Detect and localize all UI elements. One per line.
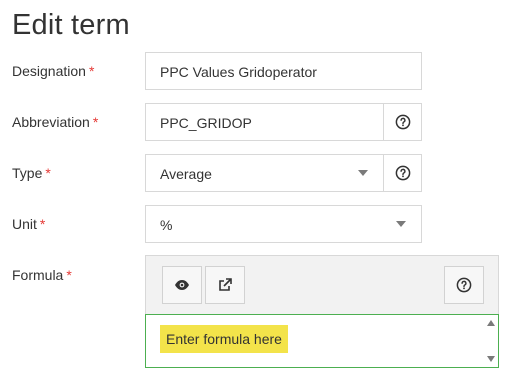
required-marker: * bbox=[88, 63, 95, 79]
unit-select[interactable]: % bbox=[145, 205, 422, 243]
required-marker: * bbox=[66, 267, 72, 283]
abbreviation-label: Abbreviation * bbox=[12, 114, 98, 130]
open-external-button[interactable] bbox=[205, 266, 245, 304]
designation-input[interactable]: PPC Values Gridoperator bbox=[145, 52, 422, 90]
designation-value: PPC Values Gridoperator bbox=[160, 64, 317, 80]
abbreviation-label-text: Abbreviation bbox=[12, 114, 90, 130]
editor-scrollbar[interactable] bbox=[484, 315, 498, 367]
chevron-down-icon bbox=[358, 170, 368, 176]
formula-help-button[interactable] bbox=[444, 266, 484, 304]
preview-button[interactable] bbox=[162, 266, 202, 304]
external-link-icon bbox=[219, 278, 232, 291]
question-circle-icon bbox=[395, 165, 410, 181]
page-title: Edit term bbox=[12, 9, 130, 41]
chevron-down-icon bbox=[396, 221, 406, 227]
abbreviation-input[interactable]: PPC_GRIDOP bbox=[145, 103, 422, 141]
formula-placeholder: Enter formula here bbox=[160, 325, 288, 353]
required-marker: * bbox=[92, 114, 99, 130]
formula-label: Formula * bbox=[12, 267, 72, 283]
unit-value: % bbox=[160, 217, 173, 233]
type-label: Type * bbox=[12, 165, 51, 181]
scroll-up-arrow-icon[interactable] bbox=[487, 320, 495, 326]
abbreviation-value: PPC_GRIDOP bbox=[160, 115, 252, 131]
formula-label-text: Formula bbox=[12, 267, 64, 283]
eye-icon bbox=[175, 280, 189, 290]
unit-label: Unit * bbox=[12, 216, 45, 232]
designation-label: Designation * bbox=[12, 63, 94, 79]
type-help-button[interactable] bbox=[383, 154, 422, 192]
question-circle-icon bbox=[456, 277, 472, 293]
unit-label-text: Unit bbox=[12, 216, 37, 232]
scroll-down-arrow-icon[interactable] bbox=[487, 356, 495, 362]
abbreviation-help-button[interactable] bbox=[383, 103, 422, 141]
required-marker: * bbox=[45, 165, 51, 181]
designation-label-text: Designation bbox=[12, 63, 86, 79]
formula-toolbar bbox=[145, 255, 499, 315]
question-circle-icon bbox=[395, 114, 410, 130]
required-marker: * bbox=[39, 216, 46, 232]
formula-editor[interactable]: Enter formula here bbox=[145, 314, 499, 368]
type-select[interactable]: Average bbox=[145, 154, 422, 192]
type-label-text: Type bbox=[12, 165, 43, 181]
type-value: Average bbox=[160, 166, 212, 182]
